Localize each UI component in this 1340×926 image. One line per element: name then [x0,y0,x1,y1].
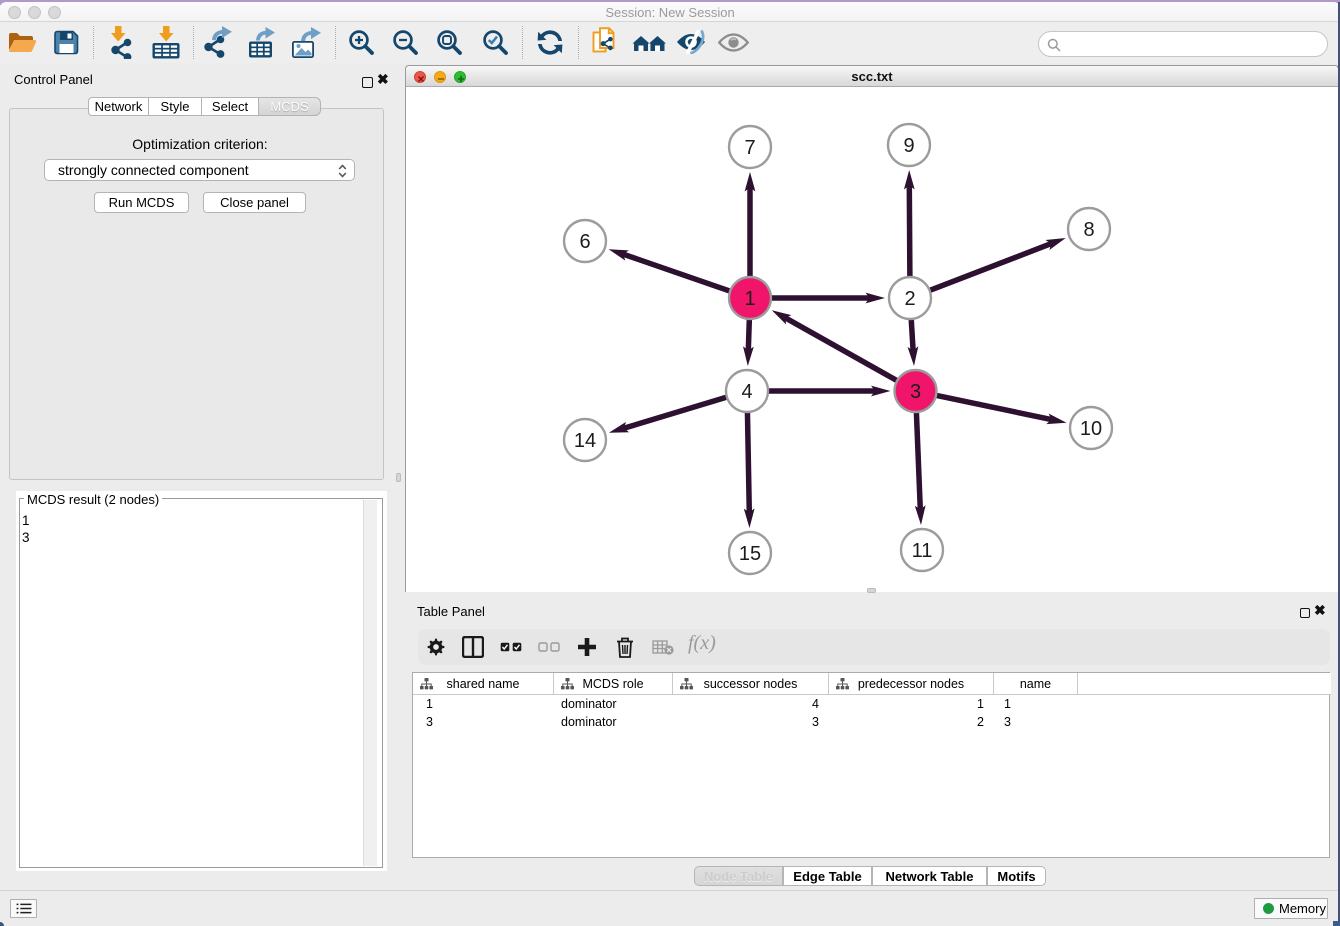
svg-text:2: 2 [904,288,915,310]
svg-text:4: 4 [741,381,752,403]
svg-text:3: 3 [910,381,921,403]
svg-text:8: 8 [1083,219,1094,241]
svg-text:14: 14 [574,430,596,452]
svg-text:1: 1 [744,288,755,310]
svg-text:10: 10 [1080,418,1102,440]
svg-text:9: 9 [903,135,914,157]
svg-text:11: 11 [912,540,933,562]
svg-text:6: 6 [579,231,590,253]
svg-text:15: 15 [739,543,761,565]
svg-text:7: 7 [744,137,755,159]
